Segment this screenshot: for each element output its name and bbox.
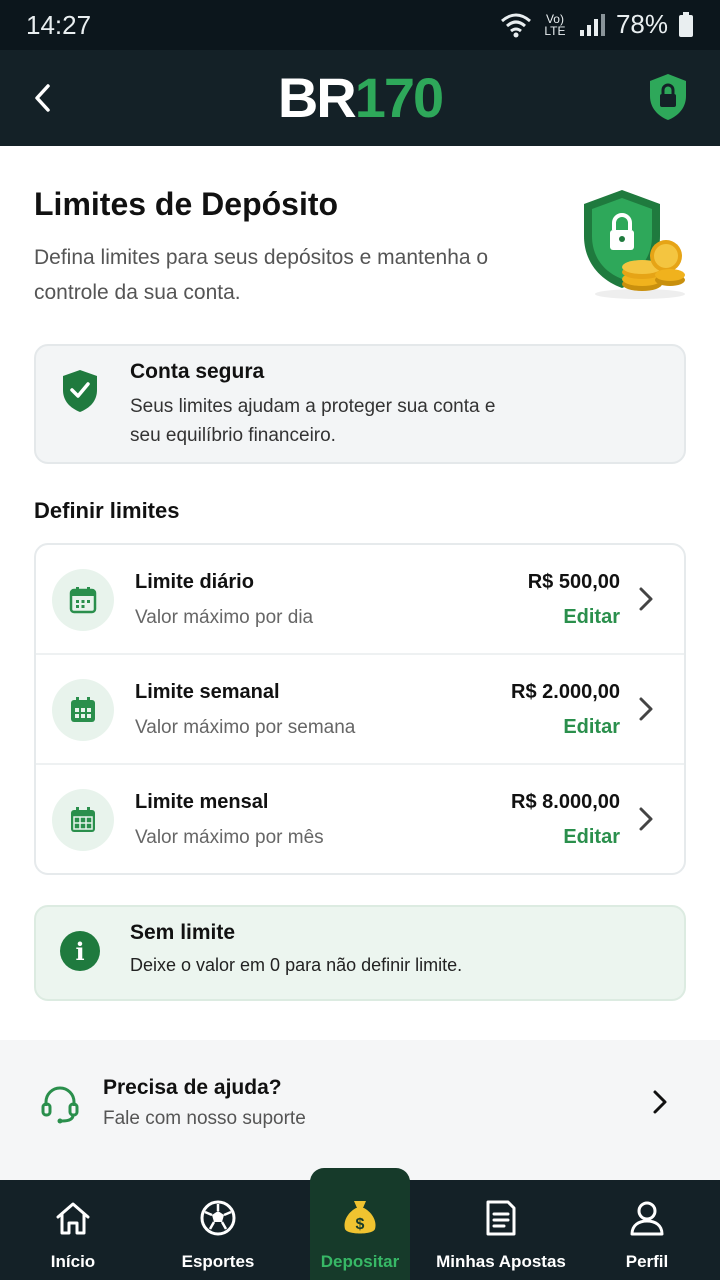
limit-value: R$ 2.000,00 bbox=[511, 681, 620, 703]
no-limit-title: Sem limite bbox=[130, 921, 236, 944]
headset-icon bbox=[41, 1086, 79, 1124]
page-description: Defina limites para seus depósitos e man… bbox=[34, 246, 489, 304]
nav-label: Minhas Apostas bbox=[436, 1252, 566, 1271]
limit-title: Limite semanal bbox=[135, 681, 280, 703]
limit-row-daily[interactable]: Limite diário Valor máximo por dia R$ 50… bbox=[36, 545, 684, 655]
status-icons: Vo) LTE 78% bbox=[500, 9, 694, 40]
chevron-right-icon bbox=[639, 587, 653, 611]
edit-button[interactable]: Editar bbox=[563, 716, 620, 739]
limit-value: R$ 500,00 bbox=[527, 571, 620, 593]
battery-percentage: 78% bbox=[615, 9, 668, 39]
ticket-icon bbox=[481, 1198, 521, 1238]
help-subtitle: Fale com nosso suporte bbox=[103, 1108, 306, 1129]
status-time: 14:27 bbox=[26, 10, 92, 40]
user-icon bbox=[627, 1198, 667, 1238]
no-limit-card: i Sem limite Deixe o valor em 0 para não… bbox=[34, 905, 686, 1001]
app-header: BR170 bbox=[0, 50, 720, 146]
nav-item-perfil[interactable]: Perfil bbox=[597, 1180, 697, 1280]
chevron-right-icon bbox=[639, 807, 653, 831]
help-title: Precisa de ajuda? bbox=[103, 1076, 282, 1099]
logo-number: 170 bbox=[354, 66, 444, 129]
nav-item-depositar[interactable]: $ Depositar bbox=[310, 1180, 410, 1280]
shield-check-icon bbox=[63, 370, 97, 412]
logo-letters: BR bbox=[277, 66, 357, 129]
calendar-week-icon bbox=[52, 679, 114, 741]
shield-lock-icon bbox=[650, 74, 686, 120]
limits-list: Limite diário Valor máximo por dia R$ 50… bbox=[34, 543, 686, 875]
limit-row-weekly[interactable]: Limite semanal Valor máximo por semana R… bbox=[36, 655, 684, 765]
home-icon bbox=[53, 1198, 93, 1238]
bottom-navigation: Início Esportes $ Depositar Minhas Apost… bbox=[0, 1168, 720, 1280]
limit-subtitle: Valor máximo por mês bbox=[135, 827, 324, 848]
network-label: Vo) LTE bbox=[544, 11, 566, 38]
limit-title: Limite diário bbox=[135, 571, 254, 593]
nav-item-inicio[interactable]: Início bbox=[23, 1180, 123, 1280]
battery-icon bbox=[679, 11, 693, 37]
security-button[interactable] bbox=[646, 72, 690, 122]
limit-title: Limite mensal bbox=[135, 791, 269, 813]
soccer-ball-icon bbox=[198, 1198, 238, 1238]
secure-text: Seus limites ajudam a proteger sua conta… bbox=[130, 396, 496, 446]
no-limit-text: Deixe o valor em 0 para não definir limi… bbox=[130, 955, 463, 975]
signal-icon bbox=[579, 13, 605, 36]
nav-label: Depositar bbox=[320, 1252, 400, 1271]
section-title: Definir limites bbox=[34, 498, 180, 523]
money-bag-icon: $ bbox=[340, 1198, 380, 1238]
limit-row-monthly[interactable]: Limite mensal Valor máximo por mês R$ 8.… bbox=[36, 765, 684, 873]
calendar-month-icon bbox=[52, 789, 114, 851]
info-icon: i bbox=[60, 931, 100, 971]
secure-account-card: Conta segura Seus limites ajudam a prote… bbox=[34, 344, 686, 464]
wifi-icon bbox=[500, 13, 531, 37]
nav-label: Início bbox=[50, 1252, 96, 1271]
page-title: Limites de Depósito bbox=[34, 186, 339, 222]
chevron-right-icon bbox=[653, 1090, 667, 1114]
svg-text:$: $ bbox=[356, 1216, 365, 1233]
nav-item-esportes[interactable]: Esportes bbox=[168, 1180, 268, 1280]
nav-label: Perfil bbox=[625, 1252, 669, 1271]
chevron-right-icon bbox=[639, 697, 653, 721]
limit-subtitle: Valor máximo por semana bbox=[135, 717, 356, 738]
help-support-row[interactable]: Precisa de ajuda? Fale com nosso suporte bbox=[0, 1040, 720, 1180]
calendar-day-icon bbox=[52, 569, 114, 631]
brand-logo: BR170 bbox=[0, 68, 720, 128]
status-bar: 14:27 Vo) LTE 78% bbox=[0, 0, 720, 50]
nav-label: Esportes bbox=[181, 1252, 255, 1271]
limit-value: R$ 8.000,00 bbox=[511, 791, 620, 813]
nav-item-minhas-apostas[interactable]: Minhas Apostas bbox=[432, 1180, 570, 1280]
shield-coins-illustration bbox=[584, 190, 685, 299]
edit-button[interactable]: Editar bbox=[563, 606, 620, 629]
edit-button[interactable]: Editar bbox=[563, 826, 620, 849]
limit-subtitle: Valor máximo por dia bbox=[135, 607, 314, 628]
secure-title: Conta segura bbox=[130, 360, 265, 383]
